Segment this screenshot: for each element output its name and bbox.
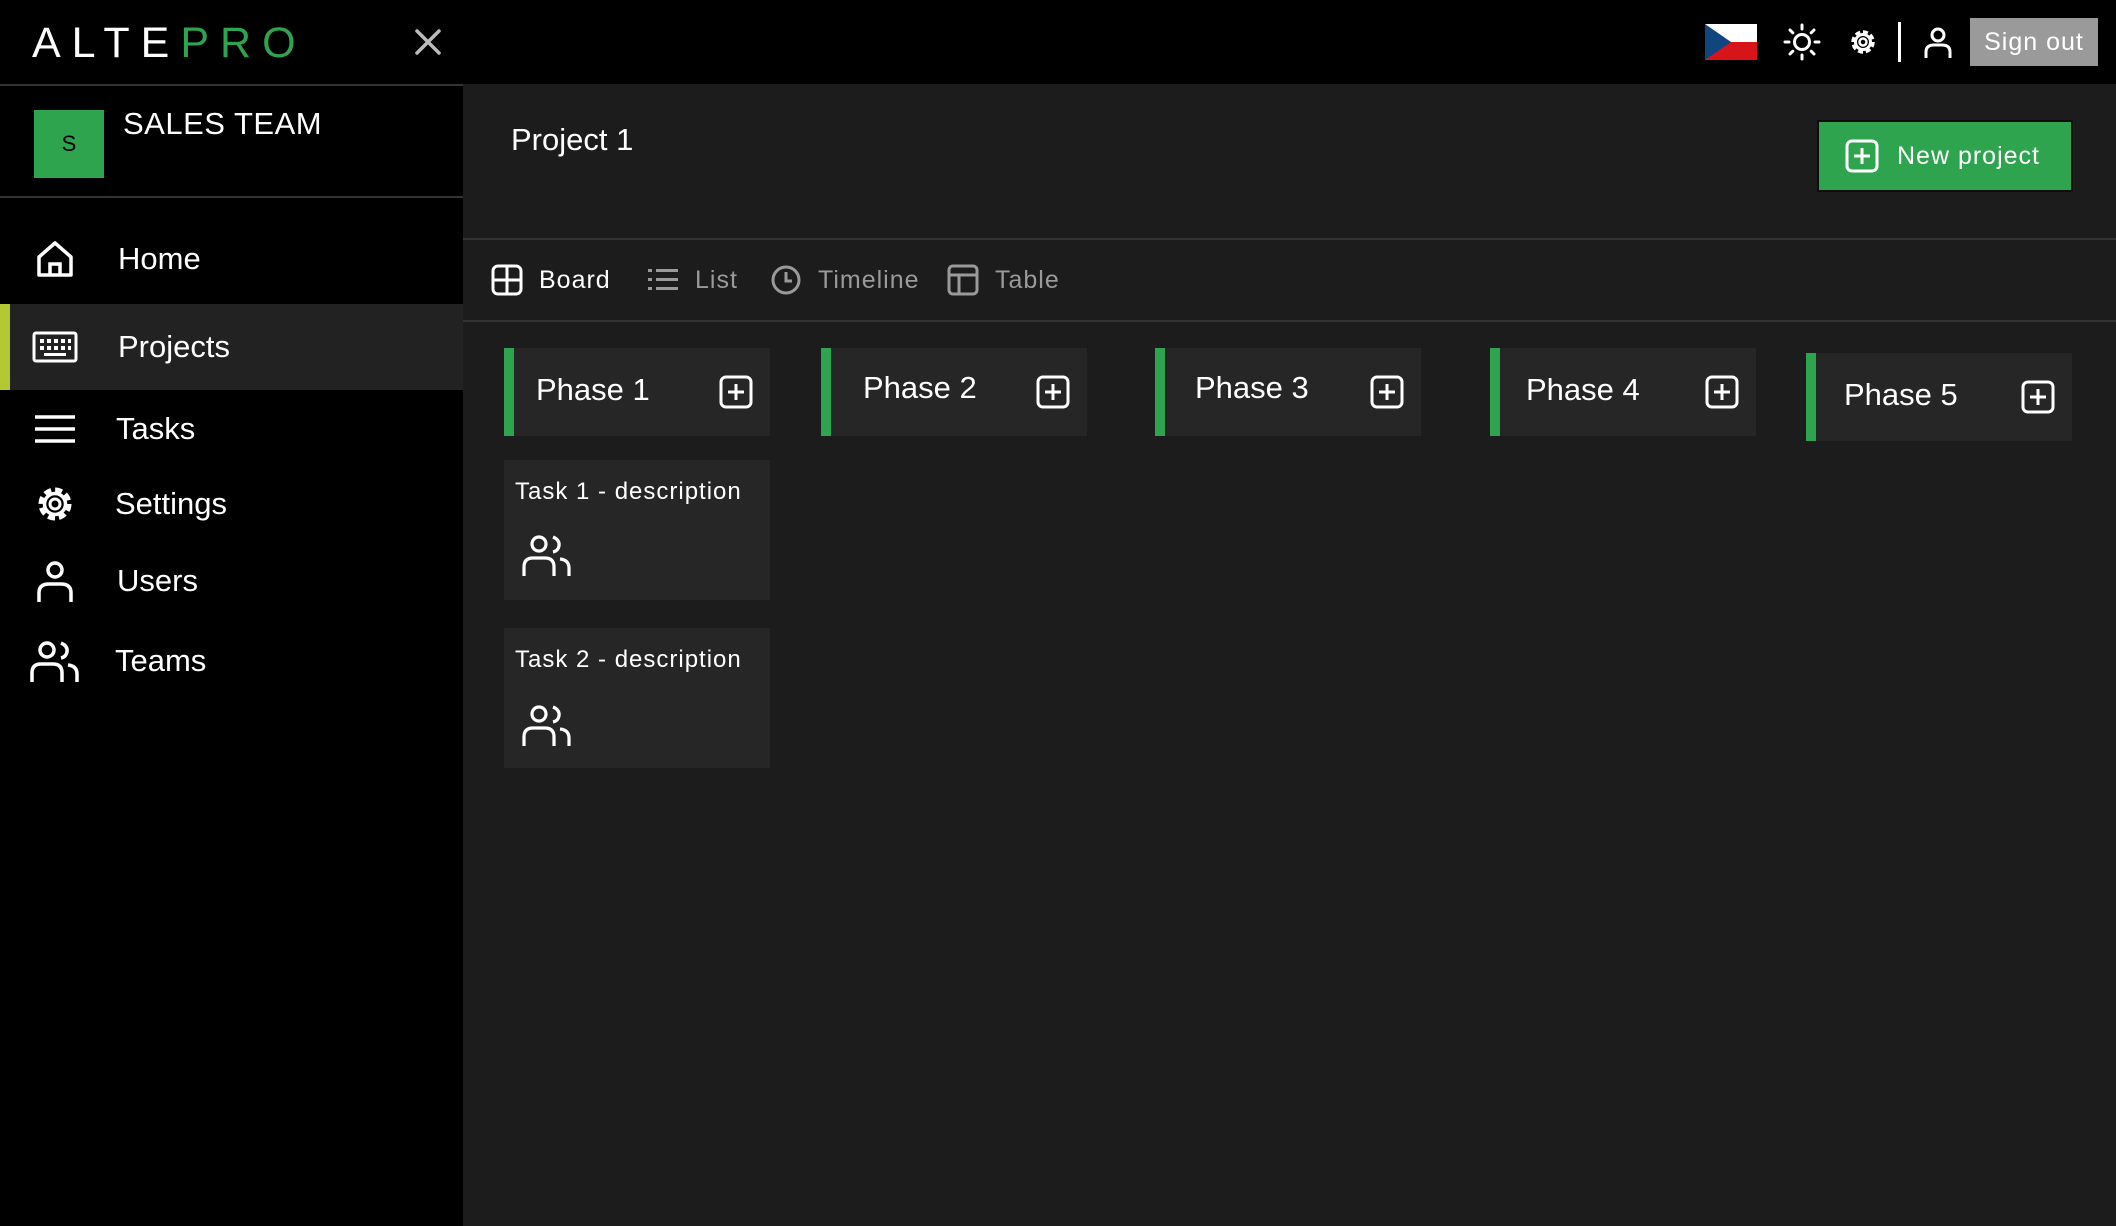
phase-label: Phase 5 (1844, 377, 1958, 412)
settings-button[interactable] (1843, 22, 1883, 62)
logo-text-left: ALTE (32, 18, 181, 67)
assignees-icon (522, 532, 572, 582)
altepro-logo: ALTE PRO (32, 18, 307, 68)
task-card[interactable]: Task 1 - description (504, 460, 770, 600)
sidebar-item-projects[interactable]: Projects (0, 304, 463, 390)
sign-out-button[interactable]: Sign out (1970, 18, 2098, 66)
close-sidebar-button[interactable] (408, 22, 448, 62)
plus-square-icon (1845, 139, 1879, 173)
phase-column-header: Phase 2 (821, 348, 1087, 436)
gear-icon (1851, 30, 1875, 54)
plus-square-icon (719, 375, 753, 409)
profile-button[interactable] (1918, 22, 1958, 62)
close-icon (415, 29, 441, 55)
sidebar: S SALES TEAM Home Projects Tasks Setting… (0, 84, 463, 1226)
tab-label: List (695, 265, 738, 294)
new-project-label: New project (1897, 141, 2040, 170)
table-icon (945, 262, 981, 298)
add-task-button[interactable] (1369, 374, 1405, 410)
task-description: Task 1 - description (515, 478, 742, 505)
menu-icon (30, 404, 80, 454)
user-icon (1924, 27, 1952, 58)
plus-square-icon (1370, 375, 1404, 409)
add-task-button[interactable] (1035, 374, 1071, 410)
tab-label: Table (995, 265, 1060, 294)
gear-icon (30, 479, 80, 529)
assignees-icon (522, 702, 572, 752)
phase-label: Phase 3 (1195, 370, 1309, 405)
sidebar-item-label: Settings (115, 486, 228, 521)
tab-label: Timeline (818, 265, 920, 294)
sidebar-item-users[interactable]: Users (0, 538, 463, 624)
page-title: Project 1 (511, 122, 634, 157)
view-tabs: Board List Timeline Table (463, 240, 2116, 320)
sidebar-item-label: Projects (118, 329, 230, 364)
board-icon (489, 262, 525, 298)
plus-square-icon (1036, 375, 1070, 409)
tab-table[interactable]: Table (945, 240, 1060, 320)
new-project-button[interactable]: New project (1817, 120, 2073, 192)
team-header[interactable]: S SALES TEAM (0, 86, 463, 198)
sidebar-item-label: Teams (115, 643, 207, 678)
sidebar-item-tasks[interactable]: Tasks (0, 386, 463, 472)
tab-list[interactable]: List (645, 240, 738, 320)
phase-label: Phase 1 (536, 372, 650, 407)
user-icon (30, 556, 80, 606)
sidebar-item-settings[interactable]: Settings (0, 461, 463, 547)
add-task-button[interactable] (1704, 374, 1740, 410)
list-icon (645, 262, 681, 298)
phase-column-header: Phase 5 (1806, 353, 2072, 441)
keyboard-icon (30, 322, 80, 372)
language-flag-button[interactable] (1705, 24, 1757, 60)
tab-board[interactable]: Board (489, 240, 611, 320)
cz-flag-icon (1705, 24, 1757, 60)
sun-icon (1783, 23, 1821, 61)
team-name: SALES TEAM (123, 106, 323, 141)
sidebar-item-home[interactable]: Home (0, 216, 463, 302)
plus-square-icon (2021, 380, 2055, 414)
add-task-button[interactable] (718, 374, 754, 410)
clock-icon (768, 262, 804, 298)
task-description: Task 2 - description (515, 646, 742, 673)
phase-column-header: Phase 1 (504, 348, 770, 436)
sidebar-item-label: Users (117, 563, 198, 598)
plus-square-icon (1705, 375, 1739, 409)
phase-label: Phase 4 (1526, 372, 1640, 407)
top-bar: ALTE PRO Sign out (0, 0, 2116, 84)
logo-text-right: PRO (180, 18, 307, 67)
sidebar-item-label: Tasks (116, 411, 196, 446)
tabs-divider (463, 320, 2116, 322)
main-content: Project 1 New project Board List Timelin… (463, 84, 2116, 1226)
phase-column-header: Phase 3 (1155, 348, 1421, 436)
team-avatar: S (34, 110, 104, 178)
add-task-button[interactable] (2020, 379, 2056, 415)
task-card[interactable]: Task 2 - description (504, 628, 770, 768)
theme-toggle-button[interactable] (1782, 22, 1822, 62)
home-icon (30, 234, 80, 284)
users-icon (30, 636, 80, 686)
phase-column-header: Phase 4 (1490, 348, 1756, 436)
topbar-divider (1898, 22, 1901, 62)
sidebar-item-teams[interactable]: Teams (0, 618, 463, 704)
sidebar-item-label: Home (118, 241, 201, 276)
tab-timeline[interactable]: Timeline (768, 240, 920, 320)
tab-label: Board (539, 265, 611, 294)
phase-label: Phase 2 (863, 370, 977, 405)
